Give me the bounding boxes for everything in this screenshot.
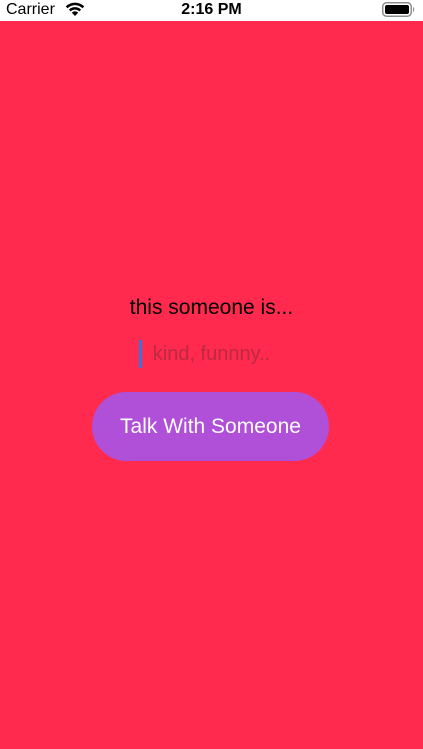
status-time: 2:16 PM [181,1,242,18]
battery-full-icon [382,2,415,17]
prompt-label: this someone is... [129,296,294,319]
text-cursor [139,340,142,368]
talk-with-someone-button[interactable]: Talk With Someone [92,392,329,461]
trait-input[interactable] [136,339,287,369]
main-content: this someone is... Talk With Someone [0,21,423,749]
status-bar: Carrier 2:16 PM [0,0,423,21]
app-screen: Carrier 2:16 PM this someone is... Talk … [0,0,423,749]
trait-input-container [0,339,423,369]
